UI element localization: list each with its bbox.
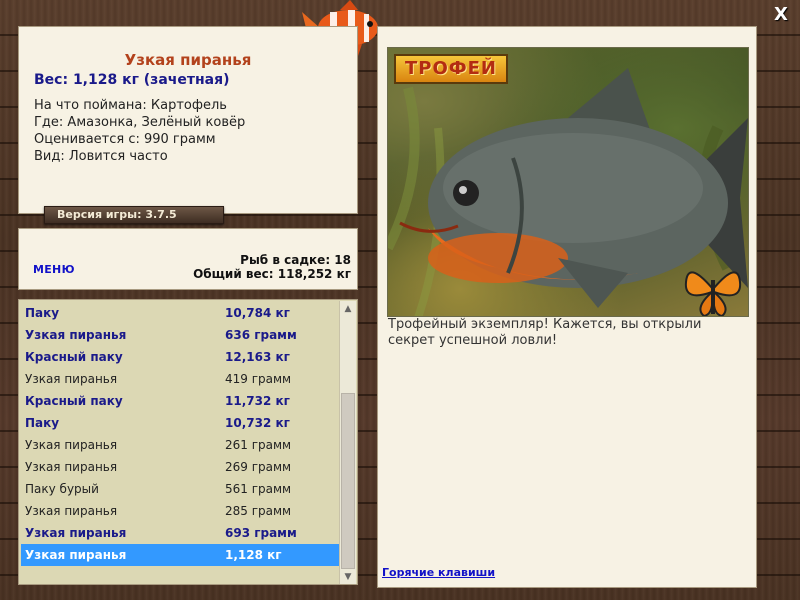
- catch-row[interactable]: Узкая пиранья 269 грамм: [21, 456, 339, 478]
- catch-row[interactable]: Красный паку 12,163 кг: [21, 346, 339, 368]
- catch-row-weight: 419 грамм: [225, 372, 292, 386]
- fish-info-panel: Узкая пиранья Вес: 1,128 кг (зачетная) Н…: [18, 26, 358, 214]
- game-version-badge: Версия игры: 3.7.5: [44, 206, 224, 224]
- scroll-down-icon[interactable]: ▼: [340, 569, 356, 584]
- catch-row[interactable]: Узкая пиранья 261 грамм: [21, 434, 339, 456]
- location-line: Где: Амазонка, Зелёный ковёр: [34, 115, 246, 130]
- catch-row-name: Паку: [25, 416, 60, 430]
- scroll-thumb[interactable]: [341, 393, 355, 569]
- catch-row[interactable]: Паку 10,732 кг: [21, 412, 339, 434]
- catch-list-scrollbar[interactable]: ▲ ▼: [339, 301, 356, 584]
- catch-row-weight: 10,732 кг: [225, 416, 290, 430]
- fish-count: Рыб в садке: 18: [240, 253, 351, 267]
- catch-row-name: Узкая пиранья: [25, 504, 118, 518]
- trophy-badge: ТРОФЕЙ: [394, 54, 508, 84]
- catch-row-name: Паку бурый: [25, 482, 99, 496]
- catch-row-weight: 561 грамм: [225, 482, 292, 496]
- catch-row-weight: 12,163 кг: [225, 350, 290, 364]
- hotkeys-link[interactable]: Горячие клавиши: [382, 566, 495, 579]
- scroll-up-icon[interactable]: ▲: [340, 301, 356, 317]
- catch-row-name: Узкая пиранья: [25, 548, 127, 562]
- catch-row[interactable]: Узкая пиранья 1,128 кг: [21, 544, 339, 566]
- catch-row-name: Красный паку: [25, 394, 123, 408]
- trophy-panel: ТРОФЕЙ Трофейный экземпляр! Кажется, вы …: [377, 26, 757, 588]
- catch-row-name: Красный паку: [25, 350, 123, 364]
- catch-row-weight: 269 грамм: [225, 460, 292, 474]
- piranha-photo-icon: [388, 68, 748, 316]
- bait-line: На что поймана: Картофель: [34, 98, 227, 113]
- catch-list-rows: Паку 10,784 кг Узкая пиранья 636 грамм Красн…: [21, 302, 339, 566]
- catch-row-name: Паку: [25, 306, 60, 320]
- keepnet-summary-panel: МЕНЮ Рыб в садке: 18 Общий вес: 118,252 …: [18, 228, 358, 290]
- catch-row-weight: 261 грамм: [225, 438, 292, 452]
- catch-row[interactable]: Узкая пиранья 693 грамм: [21, 522, 339, 544]
- keepnet-totals: Рыб в садке: 18 Общий вес: 118,252 кг: [193, 253, 351, 281]
- rarity-line: Вид: Ловится часто: [34, 149, 168, 164]
- catch-row-weight: 285 грамм: [225, 504, 292, 518]
- catch-row[interactable]: Узкая пиранья 419 грамм: [21, 368, 339, 390]
- catch-row-weight: 10,784 кг: [225, 306, 290, 320]
- trophy-description: Трофейный экземпляр! Кажется, вы открыли…: [388, 317, 702, 348]
- fish-title: Узкая пиранья: [124, 51, 252, 69]
- fish-photo: ТРОФЕЙ: [387, 47, 749, 317]
- catch-row[interactable]: Паку бурый 561 грамм: [21, 478, 339, 500]
- catch-row-weight: 636 грамм: [225, 328, 297, 342]
- catch-row-name: Узкая пиранья: [25, 526, 127, 540]
- catch-row-name: Узкая пиранья: [25, 372, 118, 386]
- catch-row[interactable]: Паку 10,784 кг: [21, 302, 339, 324]
- close-button[interactable]: X: [772, 6, 790, 24]
- threshold-line: Оценивается с: 990 грамм: [34, 132, 216, 147]
- fish-weight: Вес: 1,128 кг (зачетная): [34, 72, 230, 88]
- catch-row-name: Узкая пиранья: [25, 460, 118, 474]
- catch-row-name: Узкая пиранья: [25, 328, 127, 342]
- catch-row[interactable]: Красный паку 11,732 кг: [21, 390, 339, 412]
- catch-row-weight: 693 грамм: [225, 526, 297, 540]
- catch-row-name: Узкая пиранья: [25, 438, 118, 452]
- catch-row[interactable]: Узкая пиранья 636 грамм: [21, 324, 339, 346]
- fish-details: На что поймана: Картофель Где: Амазонка,…: [34, 97, 245, 165]
- catch-list[interactable]: Паку 10,784 кг Узкая пиранья 636 грамм Красн…: [18, 299, 358, 585]
- catch-row[interactable]: Узкая пиранья 285 грамм: [21, 500, 339, 522]
- catch-row-weight: 1,128 кг: [225, 548, 282, 562]
- total-weight: Общий вес: 118,252 кг: [193, 267, 351, 281]
- catch-row-weight: 11,732 кг: [225, 394, 290, 408]
- menu-button[interactable]: МЕНЮ: [33, 263, 75, 276]
